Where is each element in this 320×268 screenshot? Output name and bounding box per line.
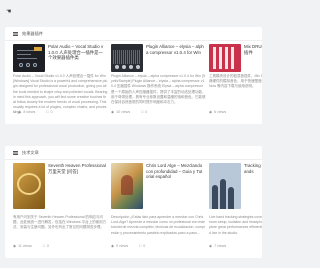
eye-icon: ◉ [18, 110, 22, 114]
post-meta: □ ◉ 8 views □ 0 [13, 110, 52, 115]
views-count: 7 views [214, 244, 227, 248]
post-meta: ◉ 6 views [209, 110, 226, 115]
eye-icon: ◉ [209, 244, 213, 248]
list-icon [13, 151, 18, 155]
section-title[interactable]: 技术文章 [22, 150, 39, 155]
comments-count: 0 [145, 110, 148, 114]
post-thumbnail[interactable] [13, 44, 45, 72]
post-title[interactable]: Chris Lord Alge – Mezclando con profundi… [146, 163, 204, 180]
section-header: 效果器插件 [5, 27, 262, 41]
views-count: 10 views [116, 110, 131, 114]
views-count: 9 views [116, 244, 129, 248]
comment-icon: □ [139, 244, 142, 248]
post-meta: ◉ 9 views □ 0 [111, 244, 145, 249]
post-title[interactable]: Seventh Heaven Professional 万里天堂 [问答] [48, 163, 106, 174]
eye-icon: ◉ [111, 244, 115, 248]
comment-icon: □ [46, 110, 49, 114]
post-excerpt: Descripción ¿Estás listo para aprender a… [111, 215, 206, 235]
eye-icon: ◉ [13, 244, 17, 248]
post-title[interactable]: Plugin Alliance – elysia – alpha compres… [146, 44, 204, 55]
comment-icon: □ [13, 110, 16, 114]
section-articles: 技术文章 Seventh Heaven Professional 万里天堂 [问… [5, 146, 262, 258]
post-meta: ◉ 10 views □ 0 [111, 110, 147, 115]
post-thumbnail[interactable] [13, 163, 45, 209]
post-title[interactable]: Polar Audio – Vocal Studio v1.0.0 人声处理合一… [48, 44, 106, 61]
comment-icon: □ [42, 244, 46, 248]
post-meta: ◉ 7 views [209, 244, 226, 249]
post-card[interactable]: Seventh Heaven Professional 万里天堂 [问答] 有用… [13, 163, 109, 256]
post-thumbnail[interactable] [209, 44, 241, 72]
post-meta: ◉ 11 views □ 0 [13, 244, 49, 249]
post-thumbnail[interactable] [111, 44, 143, 72]
post-excerpt: Live band tracking strategies covering m… [209, 215, 262, 235]
post-card[interactable]: Tracking Strategies for Live Bands Live … [209, 163, 262, 256]
comments-count: 0 [143, 244, 146, 248]
comment-icon: □ [141, 110, 144, 114]
comments-count: 0 [47, 244, 50, 248]
comments-count: 0 [50, 110, 53, 114]
section-plugins: 效果器插件 Polar Audio – Vocal Studio v1.0.0 … [5, 27, 262, 124]
views-count: 11 views [18, 244, 32, 248]
views-count: 8 views [23, 110, 36, 114]
back-icon[interactable]: ☚ [6, 9, 11, 15]
post-title[interactable]: Tracking Strategies for Live Bands [244, 163, 262, 174]
post-card[interactable]: Chris Lord Alge – Mezclando con profundi… [111, 163, 207, 256]
eye-icon: ◉ [209, 110, 213, 114]
eye-icon: ◉ [111, 110, 115, 114]
top-bar: ☚ [0, 0, 262, 22]
section-title[interactable]: 效果器插件 [22, 31, 43, 36]
post-excerpt: 有用户问到关于 Seventh Heaven Professional 的响应与… [13, 215, 107, 230]
post-thumbnail[interactable] [111, 163, 143, 209]
section-header: 技术文章 [5, 146, 262, 160]
views-count: 6 views [214, 110, 227, 114]
list-icon [13, 32, 18, 36]
post-title[interactable]: Mix DRUM MCC–一个鼓混音插件 [244, 44, 262, 55]
post-thumbnail[interactable] [209, 163, 241, 209]
